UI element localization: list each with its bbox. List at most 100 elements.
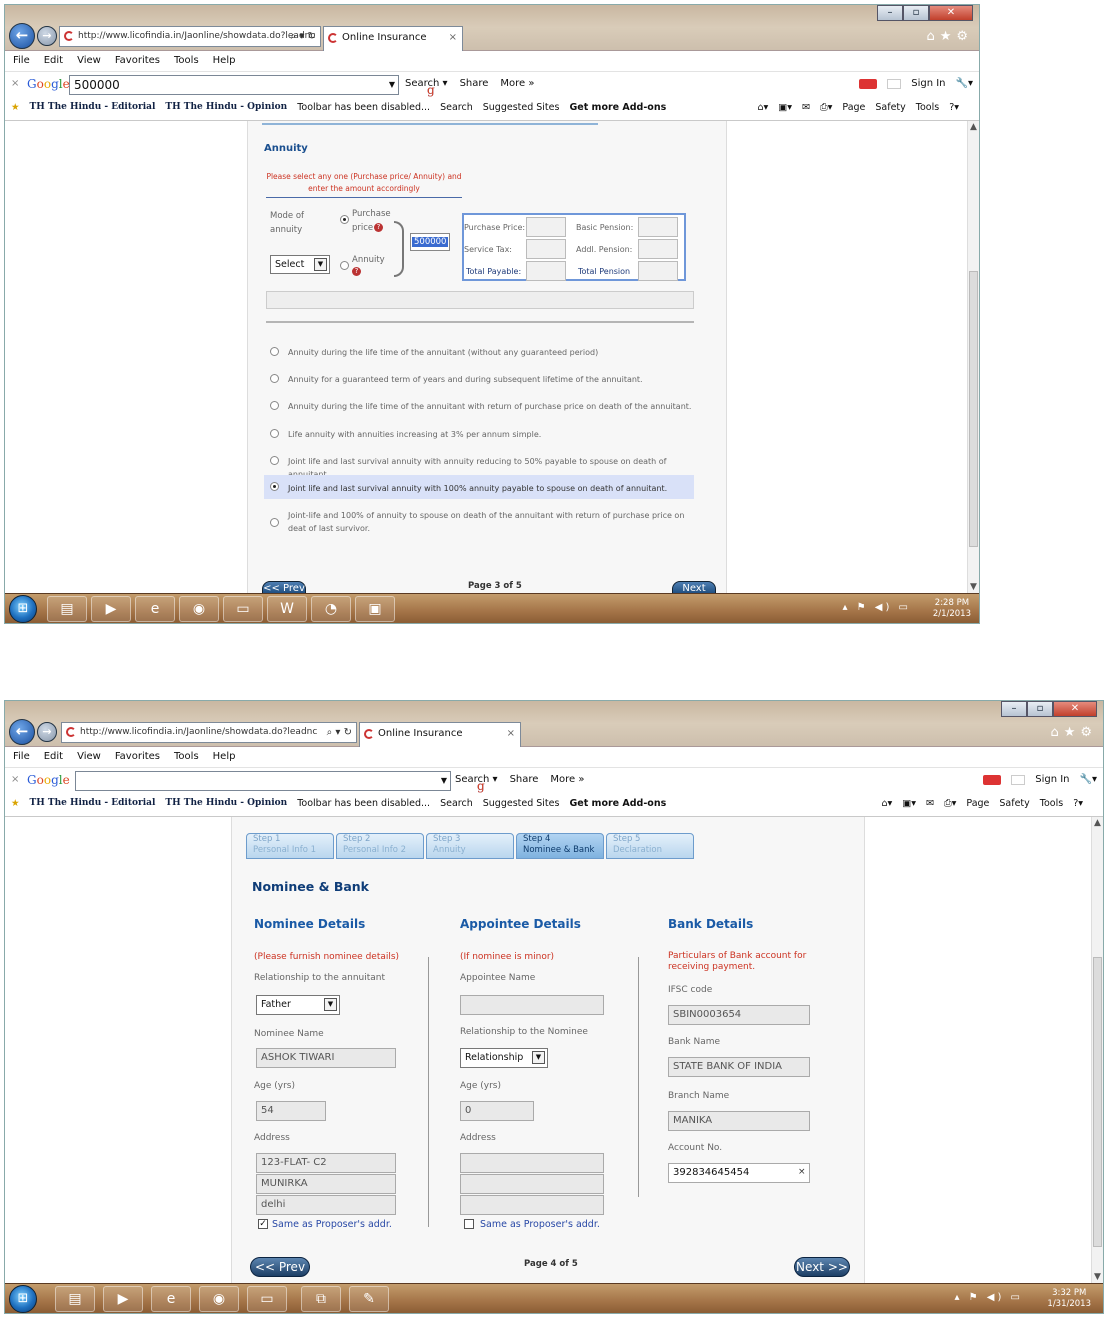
step-tab-5[interactable]: Step 5 Declaration xyxy=(606,833,694,859)
close-toolbar-icon[interactable]: × xyxy=(11,78,19,89)
folder-icon[interactable]: ▭ xyxy=(247,1286,287,1312)
google-search-input[interactable]: ▼ xyxy=(75,771,451,791)
word-icon[interactable]: W xyxy=(267,596,307,622)
step-tab-4[interactable]: Step 4 Nominee & Bank xyxy=(516,833,604,859)
chevron-down-icon[interactable]: ▼ xyxy=(441,772,447,790)
annuity-radio[interactable] xyxy=(340,261,349,270)
browser-tab[interactable]: Online Insurance × xyxy=(359,722,521,747)
menu-tools[interactable]: Tools xyxy=(174,747,199,767)
step-tab-1[interactable]: Step 1 Personal Info 1 xyxy=(246,833,334,859)
nominee-address-line-2[interactable]: MUNIRKA xyxy=(256,1174,396,1194)
chrome-icon[interactable]: ◉ xyxy=(179,596,219,622)
nominee-name-field[interactable]: ASHOK TIWARI xyxy=(256,1048,396,1068)
branch-name-field[interactable]: MANIKA xyxy=(668,1111,810,1131)
close-tab-icon[interactable]: × xyxy=(507,723,515,745)
option-radio-7[interactable] xyxy=(270,518,279,527)
appointee-address-line-1[interactable] xyxy=(460,1153,604,1173)
menu-help[interactable]: Help xyxy=(213,51,236,71)
pdf-icon[interactable]: ⧉ xyxy=(301,1286,341,1312)
explorer-icon[interactable]: ▤ xyxy=(47,596,87,622)
explorer-icon[interactable]: ▤ xyxy=(55,1286,95,1312)
forward-button[interactable]: → xyxy=(37,26,57,46)
forward-button[interactable]: → xyxy=(37,722,57,742)
fav-hindu-opinion[interactable]: TH The Hindu - Opinion xyxy=(165,798,287,809)
app-icon[interactable]: ▣ xyxy=(355,596,395,622)
menu-view[interactable]: View xyxy=(77,747,101,767)
menu-file[interactable]: File xyxy=(13,51,30,71)
help-icon[interactable]: ? xyxy=(352,267,361,276)
vertical-scrollbar[interactable]: ▲ ▼ xyxy=(967,121,979,593)
menu-tools[interactable]: Tools xyxy=(174,51,199,71)
clock[interactable]: 2:28 PM 2/1/2013 xyxy=(933,598,971,620)
fav-get-addons[interactable]: Get more Add-ons xyxy=(569,102,666,113)
sign-in-link[interactable]: Sign In xyxy=(1035,774,1069,785)
start-button[interactable]: ⊞ xyxy=(9,595,37,623)
browser-tab[interactable]: Online Insurance × xyxy=(323,26,463,51)
paint-icon[interactable]: ✎ xyxy=(349,1286,389,1312)
minimize-button[interactable]: – xyxy=(877,5,903,21)
option-radio-1[interactable] xyxy=(270,347,279,356)
scroll-up-icon[interactable]: ▲ xyxy=(1092,817,1103,829)
page-menu[interactable]: Page xyxy=(966,798,989,809)
option-radio-4[interactable] xyxy=(270,429,279,438)
chevron-down-icon[interactable]: ▼ xyxy=(532,1051,545,1064)
appointee-same-address-label[interactable]: Same as Proposer's addr. xyxy=(480,1219,600,1230)
address-bar-actions-icon[interactable]: ⌕ ▾ ↻ xyxy=(291,27,316,46)
wrench-icon[interactable]: 🔧▾ xyxy=(1080,774,1097,785)
prev-button[interactable]: << Prev xyxy=(262,581,306,593)
chevron-down-icon[interactable]: ▼ xyxy=(324,998,337,1011)
scroll-thumb[interactable] xyxy=(1093,957,1102,1247)
feeds-icon[interactable]: ▣▾ xyxy=(902,798,916,809)
nominee-address-line-3[interactable]: delhi xyxy=(256,1195,396,1215)
amount-input[interactable]: 500000 xyxy=(410,233,450,251)
media-player-icon[interactable]: ▶ xyxy=(91,596,131,622)
home-favorites-settings-icons[interactable]: ⌂★⚙ xyxy=(1050,725,1097,740)
folder-icon[interactable]: ▭ xyxy=(223,596,263,622)
step-tab-3[interactable]: Step 3 Annuity xyxy=(426,833,514,859)
tray-icons[interactable]: ▴ ⚑ ◀) ▭ xyxy=(842,602,911,613)
favorites-star-icon[interactable]: ★ xyxy=(11,102,20,113)
back-button[interactable]: ← xyxy=(9,719,35,745)
menu-favorites[interactable]: Favorites xyxy=(115,747,160,767)
appointee-address-line-2[interactable] xyxy=(460,1174,604,1194)
next-button[interactable]: Next >> xyxy=(672,581,716,593)
menu-view[interactable]: View xyxy=(77,51,101,71)
fav-toolbar-disabled[interactable]: Toolbar has been disabled... xyxy=(297,798,430,809)
scroll-up-icon[interactable]: ▲ xyxy=(968,121,979,133)
scroll-down-icon[interactable]: ▼ xyxy=(968,581,979,593)
appointee-address-line-3[interactable] xyxy=(460,1195,604,1215)
google-plus-icon[interactable] xyxy=(859,78,878,89)
appointee-relationship-select[interactable]: Relationship ▼ xyxy=(460,1048,548,1068)
mode-select[interactable]: Select ▼ xyxy=(270,255,330,274)
ie-icon[interactable]: e xyxy=(151,1286,191,1312)
feeds-icon[interactable]: ▣▾ xyxy=(778,102,792,113)
mail-icon[interactable]: ✉ xyxy=(926,798,934,809)
appointee-same-address-checkbox[interactable] xyxy=(464,1219,474,1229)
google-plus-icon[interactable] xyxy=(983,774,1002,785)
menu-favorites[interactable]: Favorites xyxy=(115,51,160,71)
option-radio-3[interactable] xyxy=(270,401,279,410)
help-icon[interactable]: ?▾ xyxy=(1073,798,1083,809)
menu-edit[interactable]: Edit xyxy=(44,747,63,767)
fav-suggested-sites[interactable]: Suggested Sites xyxy=(483,102,560,113)
restore-button[interactable]: ▫ xyxy=(903,5,929,21)
fav-hindu-editorial[interactable]: TH The Hindu - Editorial xyxy=(30,102,156,113)
account-no-field[interactable]: 392834645454 xyxy=(668,1163,810,1183)
chrome-icon[interactable]: ◉ xyxy=(199,1286,239,1312)
relationship-select[interactable]: Father ▼ xyxy=(256,995,340,1015)
tray-icons[interactable]: ▴ ⚑ ◀) ▭ xyxy=(954,1292,1023,1303)
purchase-price-radio[interactable] xyxy=(340,215,349,224)
wrench-icon[interactable]: 🔧▾ xyxy=(956,78,973,89)
close-window-button[interactable]: ✕ xyxy=(929,5,973,21)
option-radio-2[interactable] xyxy=(270,374,279,383)
address-bar[interactable]: http://www.licofindia.in/Jaonline/showda… xyxy=(61,722,357,743)
start-button[interactable]: ⊞ xyxy=(9,1285,37,1313)
toggle-icon[interactable] xyxy=(887,78,902,89)
clock[interactable]: 3:32 PM 1/31/2013 xyxy=(1047,1288,1091,1310)
help-icon[interactable]: ?▾ xyxy=(949,102,959,113)
safety-menu[interactable]: Safety xyxy=(875,102,905,113)
print-icon[interactable]: ⎙▾ xyxy=(820,102,832,113)
google-more-button[interactable]: More » xyxy=(550,774,584,785)
menu-help[interactable]: Help xyxy=(213,747,236,767)
talk-icon[interactable]: ◔ xyxy=(311,596,351,622)
